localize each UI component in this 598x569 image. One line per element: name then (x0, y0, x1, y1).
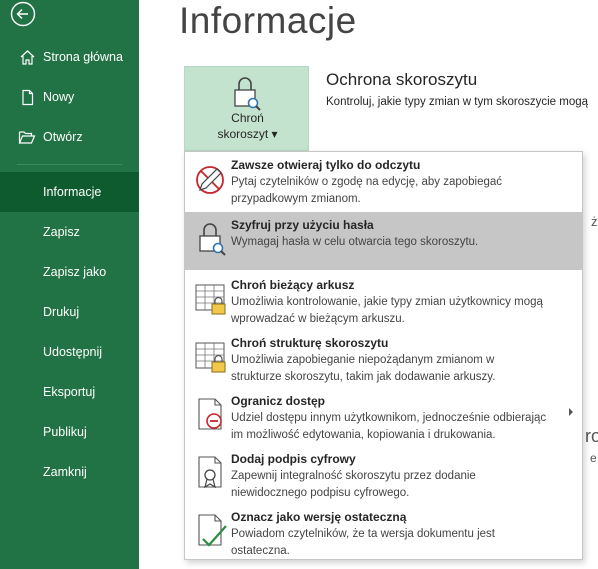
menu-item-description: Umożliwia kontrolowanie, jakie typy zmia… (231, 296, 543, 325)
menu-item-title: Chroń bieżący arkusz (231, 278, 355, 292)
sidebar-item-label: Drukuj (43, 305, 80, 319)
sidebar-item-label: Zapisz (43, 225, 80, 239)
menu-item-description: Zapewnij integralność skoroszytu przez d… (231, 470, 476, 499)
protect-workbook-menu: Zawsze otwieraj tylko do odczytu Pytaj c… (184, 151, 583, 560)
sidebar-item-label: Otwórz (43, 130, 83, 144)
background-text-fragment: ro (585, 426, 598, 446)
menu-item-description: Powiadom czytelników, że ta wersja dokum… (231, 528, 495, 557)
pencil-prohibited-icon (196, 166, 224, 194)
section-description: Kontroluj, jakie typy zmian w tym skoros… (326, 96, 589, 108)
sidebar-item-save[interactable]: Zapisz (0, 212, 139, 252)
sheet-lock-icon (195, 284, 226, 315)
menu-item-title: Zawsze otwieraj tylko do odczytu (231, 158, 421, 172)
sidebar-item-label: Zapisz jako (43, 265, 107, 279)
menu-item-protect-workbook-structure[interactable]: Chroń strukturę skoroszytu Umożliwia zap… (185, 330, 582, 388)
menu-item-title: Dodaj podpis cyfrowy (231, 452, 356, 466)
protect-button-label-line1: Chroń (231, 111, 264, 125)
menu-item-title: Szyfruj przy użyciu hasła (231, 218, 374, 232)
menu-item-title: Oznacz jako wersję ostateczną (231, 510, 407, 524)
sidebar-item-save-as[interactable]: Zapisz jako (0, 252, 139, 292)
menu-item-restrict-access[interactable]: Ogranicz dostęp Udziel dostępu innym uży… (185, 388, 582, 446)
new-document-icon (17, 87, 37, 107)
sidebar-item-label: Informacje (43, 185, 102, 199)
sidebar-item-label: Publikuj (43, 425, 87, 439)
submenu-arrow-icon (569, 408, 573, 416)
back-arrow-icon (10, 1, 36, 27)
menu-item-description: Udziel dostępu innym użytkownikom, jedno… (231, 412, 547, 441)
menu-item-always-open-read-only[interactable]: Zawsze otwieraj tylko do odczytu Pytaj c… (185, 152, 582, 210)
back-button[interactable] (9, 0, 37, 28)
menu-item-title: Chroń strukturę skoroszytu (231, 336, 389, 350)
sidebar-item-share[interactable]: Udostępnij (0, 332, 139, 372)
menu-item-description: Umożliwia zapobieganie niepożądanym zmia… (231, 354, 496, 383)
background-text-fragment: ż (591, 214, 598, 229)
sidebar-item-label: Nowy (43, 90, 75, 104)
sidebar-item-export[interactable]: Eksportuj (0, 372, 139, 412)
sidebar-item-print[interactable]: Drukuj (0, 292, 139, 332)
menu-item-title: Ogranicz dostęp (231, 394, 326, 408)
sidebar-item-open[interactable]: Otwórz (0, 117, 139, 157)
sidebar-item-publish[interactable]: Publikuj (0, 412, 139, 452)
sidebar-item-label: Eksportuj (43, 385, 96, 399)
menu-item-encrypt-with-password[interactable]: Szyfruj przy użyciu hasła Wymagaj hasła … (185, 212, 582, 270)
menu-item-add-digital-signature[interactable]: Dodaj podpis cyfrowy Zapewnij integralno… (185, 446, 582, 504)
workbook-structure-lock-icon (195, 342, 226, 373)
protect-button-label-line2: skoroszyt ▾ (217, 127, 278, 141)
digital-signature-icon (198, 456, 222, 489)
restricted-access-icon (198, 398, 222, 430)
home-icon (17, 47, 37, 67)
section-title: Ochrona skoroszytu (326, 70, 478, 89)
sidebar-item-close[interactable]: Zamknij (0, 452, 139, 492)
mark-final-icon (198, 514, 227, 547)
lock-magnifier-icon (199, 223, 226, 256)
folder-open-icon (17, 127, 37, 147)
page-title: Informacje (179, 0, 357, 41)
sidebar-item-home[interactable]: Strona główna (0, 37, 139, 77)
sidebar-item-label: Zamknij (43, 465, 87, 479)
menu-item-description: Wymagaj hasła w celu otwarcia tego skoro… (231, 236, 479, 248)
sidebar-item-new[interactable]: Nowy (0, 77, 139, 117)
menu-item-description: Pytaj czytelników o zgodę na edycję, aby… (231, 176, 503, 205)
lock-magnifier-icon (234, 77, 261, 111)
backstage-sidebar: Strona główna Nowy Otwórz Informacje Zap… (0, 0, 139, 569)
menu-item-protect-current-sheet[interactable]: Chroń bieżący arkusz Umożliwia kontrolow… (185, 272, 582, 330)
sidebar-item-label: Strona główna (43, 50, 123, 64)
background-text-fragment: e (590, 451, 597, 465)
menu-item-mark-as-final[interactable]: Oznacz jako wersję ostateczną Powiadom c… (185, 504, 582, 562)
sidebar-item-info[interactable]: Informacje (0, 172, 139, 212)
sidebar-divider (17, 164, 122, 165)
protect-workbook-button[interactable]: Chroń skoroszyt ▾ (184, 66, 309, 151)
sidebar-item-label: Udostępnij (43, 345, 103, 359)
